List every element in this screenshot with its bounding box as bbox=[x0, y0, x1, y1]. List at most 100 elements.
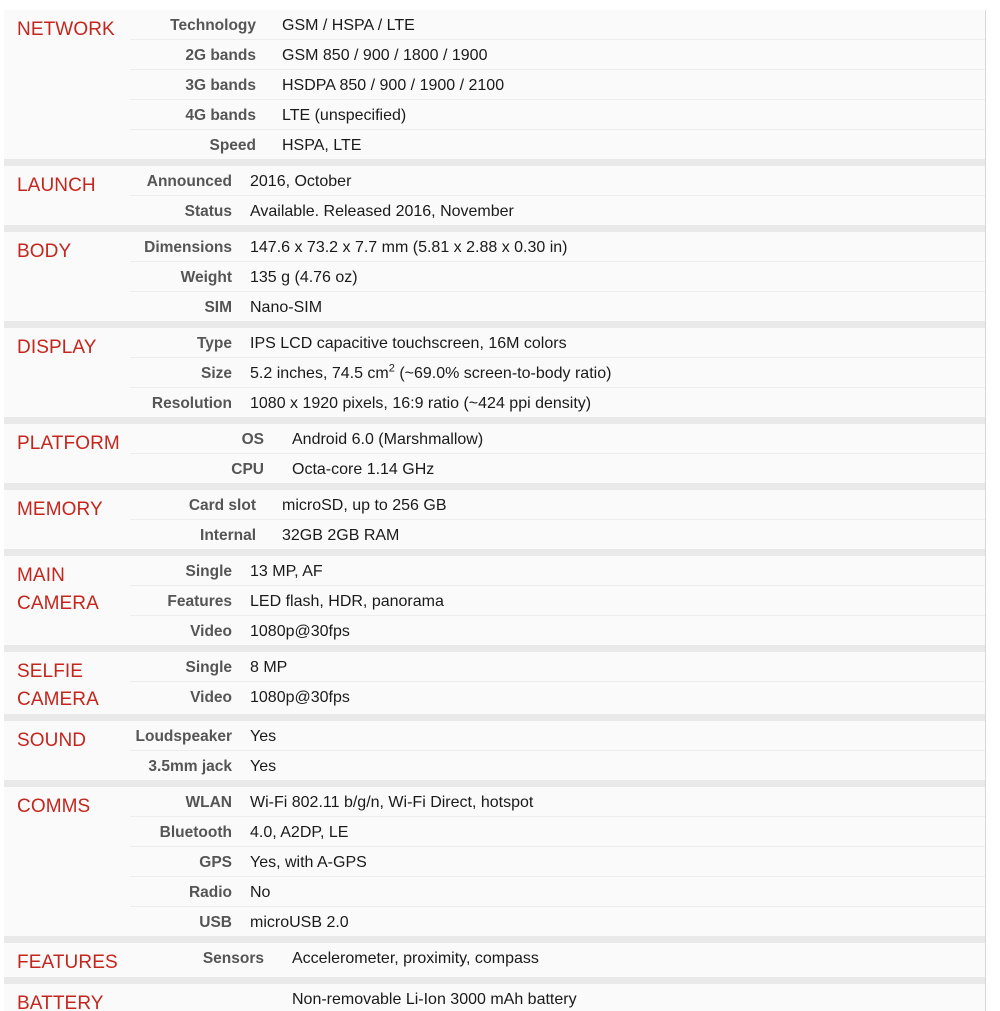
spec-label: OS bbox=[241, 431, 264, 448]
spec-label: Video bbox=[190, 689, 232, 706]
spec-label: Bluetooth bbox=[159, 824, 232, 841]
spec-value: HSPA, LTE bbox=[282, 137, 362, 154]
spec-label: Features bbox=[167, 593, 232, 610]
spec-row: GPS Yes, with A-GPS bbox=[130, 846, 985, 876]
section-title: DISPLAY bbox=[17, 337, 97, 358]
spec-value-suffix: (~69.0% screen-to-body ratio) bbox=[394, 365, 612, 382]
section-title: NETWORK bbox=[17, 19, 115, 40]
spec-value: Available. Released 2016, November bbox=[250, 203, 514, 220]
spec-section: NETWORK Technology GSM / HSPA / LTE 2G band… bbox=[4, 10, 985, 159]
spec-row-group: Card slot microSD, up to 256 GB Internal 32… bbox=[130, 490, 985, 549]
section-title: MEMORY bbox=[17, 499, 103, 520]
spec-row: Type IPS LCD capacitive touchscreen, 16M … bbox=[130, 328, 985, 357]
spec-section: COMMS WLAN Wi-Fi 802.11 b/g/n, Wi-Fi Direc… bbox=[4, 780, 985, 936]
spec-row: OS Android 6.0 (Marshmallow) bbox=[130, 424, 985, 453]
spec-row: 3.5mm jack Yes bbox=[130, 750, 985, 780]
spec-label: GPS bbox=[199, 854, 232, 871]
section-title: FEATURES bbox=[17, 952, 118, 973]
spec-row-group: Loudspeaker Yes 3.5mm jack Yes bbox=[130, 721, 985, 780]
spec-row-group: Sensors Accelerometer, proximity, compass bbox=[130, 943, 985, 972]
spec-label: Card slot bbox=[188, 497, 256, 514]
spec-label: Dimensions bbox=[144, 239, 232, 256]
spec-section: PLATFORM OS Android 6.0 (Marshmallow) CPU Oc… bbox=[4, 417, 985, 483]
spec-label: 4G bands bbox=[185, 107, 256, 124]
spec-value: LTE (unspecified) bbox=[282, 107, 407, 124]
spec-row-group: Single 13 MP, AF Features LED flash, HDR, p… bbox=[130, 556, 985, 645]
spec-value: 135 g (4.76 oz) bbox=[250, 269, 358, 286]
spec-label: Single bbox=[185, 659, 232, 676]
spec-value: GSM / HSPA / LTE bbox=[282, 17, 415, 34]
spec-section: BODY Dimensions 147.6 x 73.2 x 7.7 mm (5.8… bbox=[4, 225, 985, 321]
section-title: SELFIE CAMERA bbox=[17, 661, 99, 710]
spec-label: 2G bands bbox=[185, 47, 256, 64]
spec-section: SOUND Loudspeaker Yes 3.5mm jack Yes bbox=[4, 714, 985, 780]
spec-value: 147.6 x 73.2 x 7.7 mm (5.81 x 2.88 x 0.3… bbox=[250, 239, 568, 256]
spec-label: USB bbox=[199, 914, 232, 931]
spec-value: 1080 x 1920 pixels, 16:9 ratio (~424 ppi… bbox=[250, 395, 592, 412]
spec-value: Nano-SIM bbox=[250, 299, 323, 316]
spec-section: BATTERY Non-removable Li-Ion 3000 mAh bat… bbox=[4, 977, 985, 1011]
spec-value: LED flash, HDR, panorama bbox=[250, 593, 444, 610]
spec-value: 2016, October bbox=[250, 173, 352, 190]
spec-sheet-page: NETWORK Technology GSM / HSPA / LTE 2G band… bbox=[0, 0, 1000, 1011]
spec-label: 3G bands bbox=[185, 77, 256, 94]
spec-row: Dimensions 147.6 x 73.2 x 7.7 mm (5.81 x … bbox=[130, 232, 985, 261]
section-title: BATTERY bbox=[17, 993, 104, 1011]
phone-specification-table: NETWORK Technology GSM / HSPA / LTE 2G band… bbox=[4, 10, 986, 1011]
spec-value-prefix: 5.2 inches, 74.5 cm bbox=[250, 365, 389, 382]
spec-row: Speed HSPA, LTE bbox=[130, 129, 985, 159]
spec-row: Video 1080p@30fps bbox=[130, 681, 985, 711]
spec-section: FEATURES Sensors Accelerometer, proximity,… bbox=[4, 936, 985, 977]
spec-label: Technology bbox=[170, 17, 256, 34]
spec-value: GSM 850 / 900 / 1800 / 1900 bbox=[282, 47, 488, 64]
spec-label: Status bbox=[184, 203, 232, 220]
spec-value: Android 6.0 (Marshmallow) bbox=[292, 431, 484, 448]
spec-label: Loudspeaker bbox=[135, 728, 232, 745]
spec-row: Sensors Accelerometer, proximity, compass bbox=[130, 943, 985, 972]
spec-value: Yes bbox=[250, 758, 277, 775]
spec-row: Single 13 MP, AF bbox=[130, 556, 985, 585]
spec-label: Size bbox=[200, 365, 232, 382]
spec-value: 1080p@30fps bbox=[250, 623, 350, 640]
spec-row: USB microUSB 2.0 bbox=[130, 906, 985, 936]
spec-value: 4.0, A2DP, LE bbox=[250, 824, 349, 841]
spec-row: Features LED flash, HDR, panorama bbox=[130, 585, 985, 615]
spec-label: Single bbox=[185, 563, 232, 580]
spec-row: CPU Octa-core 1.14 GHz bbox=[130, 453, 985, 483]
spec-value: microUSB 2.0 bbox=[250, 914, 349, 931]
spec-value: Octa-core 1.14 GHz bbox=[292, 461, 435, 478]
spec-label: CPU bbox=[231, 461, 264, 478]
section-title: LAUNCH bbox=[17, 175, 96, 196]
spec-value: No bbox=[250, 884, 271, 901]
spec-value: HSDPA 850 / 900 / 1900 / 2100 bbox=[282, 77, 505, 94]
spec-row: Technology GSM / HSPA / LTE bbox=[130, 10, 985, 39]
spec-row: Bluetooth 4.0, A2DP, LE bbox=[130, 816, 985, 846]
section-title: SOUND bbox=[17, 730, 87, 751]
spec-label: Radio bbox=[188, 884, 232, 901]
spec-row: Non-removable Li-Ion 3000 mAh battery bbox=[130, 984, 985, 1011]
spec-value: 5.2 inches, 74.5 cm2 (~69.0% screen-to-b… bbox=[250, 363, 985, 385]
spec-row: Loudspeaker Yes bbox=[130, 721, 985, 750]
spec-value: 32GB 2GB RAM bbox=[282, 527, 400, 544]
spec-row-group: Single 8 MP Video 1080p@30fps bbox=[130, 652, 985, 711]
spec-label: Announced bbox=[146, 173, 232, 190]
spec-row: Internal 32GB 2GB RAM bbox=[130, 519, 985, 549]
spec-value: microSD, up to 256 GB bbox=[282, 497, 447, 514]
spec-value: Wi-Fi 802.11 b/g/n, Wi-Fi Direct, hotspo… bbox=[250, 794, 534, 811]
spec-value: Yes bbox=[250, 728, 277, 745]
spec-row-group: Non-removable Li-Ion 3000 mAh battery bbox=[130, 984, 985, 1011]
section-title: BODY bbox=[17, 241, 72, 262]
spec-row-group: Dimensions 147.6 x 73.2 x 7.7 mm (5.81 x … bbox=[130, 232, 985, 321]
spec-row: Resolution 1080 x 1920 pixels, 16:9 ratio… bbox=[130, 387, 985, 417]
spec-label: Weight bbox=[180, 269, 232, 286]
spec-label: Type bbox=[196, 335, 232, 352]
spec-row: Status Available. Released 2016, November bbox=[130, 195, 985, 225]
spec-label: Sensors bbox=[202, 950, 264, 967]
spec-row: Single 8 MP bbox=[130, 652, 985, 681]
spec-row: Radio No bbox=[130, 876, 985, 906]
spec-value: Non-removable Li-Ion 3000 mAh battery bbox=[292, 991, 577, 1008]
spec-section: SELFIE CAMERA Single 8 MP Video 1080p@30fps bbox=[4, 645, 985, 714]
spec-row: WLAN Wi-Fi 802.11 b/g/n, Wi-Fi Direct, ho… bbox=[130, 787, 985, 816]
spec-section: DISPLAY Type IPS LCD capacitive touchscree… bbox=[4, 321, 985, 417]
spec-label: Internal bbox=[200, 527, 256, 544]
